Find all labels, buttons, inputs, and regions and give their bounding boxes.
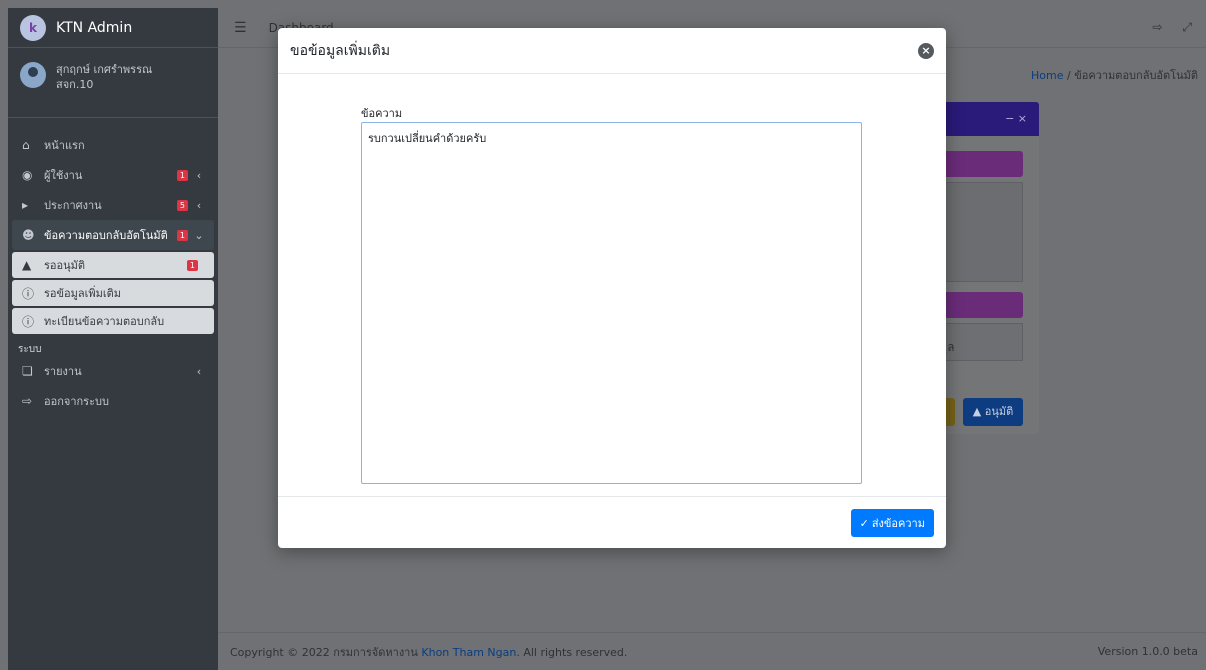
send-button-label: ส่งข้อความ xyxy=(871,517,925,530)
sidebar-item-users[interactable]: ◉ ผู้ใช้งาน 1 ‹ xyxy=(12,160,214,190)
sidebar-item-announcements[interactable]: ▸ ประกาศงาน 5 ‹ xyxy=(12,190,214,220)
version: Version 1.0.0 beta xyxy=(1097,645,1198,658)
breadcrumb-home-link[interactable]: Home xyxy=(1031,69,1063,82)
approve-label: อนุมัติ xyxy=(984,405,1014,418)
fullscreen-icon[interactable]: ⤢ xyxy=(1182,20,1192,35)
check-icon: ✓ xyxy=(859,516,869,530)
sidebar-item-auto-replies[interactable]: ☻ ข้อความตอบกลับอัตโนมัติ 1 ⌄ xyxy=(12,220,214,250)
user-role: สจก.10 xyxy=(56,78,94,91)
users-cog-icon: ☻ xyxy=(22,228,35,242)
user-circle-icon: ◉ xyxy=(22,168,33,182)
brand-logo: k xyxy=(20,14,46,41)
sidebar-nav: ⌂ หน้าแรก ◉ ผู้ใช้งาน 1 ‹ ▸ ประกาศงาน 5 … xyxy=(8,118,218,416)
user-name: สุกฤกษ์ เกศรำพรรณ xyxy=(56,63,153,76)
sidebar-item-label: ประกาศงาน xyxy=(44,199,102,212)
approve-button: ▲ อนุมัติ xyxy=(963,398,1023,426)
modal-header: ขอข้อมูลเพิ่มเติม × xyxy=(278,28,946,74)
sidebar-item-label: หน้าแรก xyxy=(44,139,85,152)
brand[interactable]: k KTN Admin xyxy=(8,8,218,48)
sidebar: k KTN Admin สุกฤกษ์ เกศรำพรรณ สจก.10 ⌂ ห… xyxy=(8,8,218,670)
breadcrumb: Home / ข้อความตอบกลับอัตโนมัติ xyxy=(1031,66,1198,84)
clone-icon: ❏ xyxy=(22,364,33,378)
message-label: ข้อความ xyxy=(361,107,403,120)
thumbs-up-icon: ▲ xyxy=(972,405,985,418)
chevron-down-icon: ⌄ xyxy=(194,228,204,242)
sign-out-icon[interactable]: ⇨ xyxy=(1152,20,1162,35)
sidebar-subitem-pending-info[interactable]: ⓘ รอข้อมูลเพิ่มเติม xyxy=(12,280,214,306)
user-info: สุกฤกษ์ เกศรำพรรณ สจก.10 xyxy=(56,62,152,92)
copyright-prefix: Copyright © 2022 กรมการจัดหางาน xyxy=(230,645,422,659)
sign-out-icon: ⇨ xyxy=(22,394,33,408)
chevron-left-icon: ‹ xyxy=(196,198,202,212)
sidebar-item-home[interactable]: ⌂ หน้าแรก xyxy=(12,130,214,160)
user-panel[interactable]: สุกฤกษ์ เกศรำพรรณ สจก.10 xyxy=(8,48,218,118)
count-badge: 1 xyxy=(186,259,198,271)
sidebar-item-label: ทะเบียนข้อความตอบกลับ xyxy=(44,315,165,328)
sidebar-item-reports[interactable]: ❏ รายงาน ‹ xyxy=(12,356,214,386)
chevron-left-icon: ‹ xyxy=(196,364,202,378)
count-badge: 5 xyxy=(176,199,188,211)
megaphone-icon: ▸ xyxy=(22,198,29,212)
sidebar-item-label: ผู้ใช้งาน xyxy=(44,169,83,182)
home-icon: ⌂ xyxy=(22,138,30,152)
modal-title: ขอข้อมูลเพิ่มเติม xyxy=(290,42,391,59)
count-badge: 1 xyxy=(176,169,188,181)
request-info-modal: ขอข้อมูลเพิ่มเติม × ข้อความ รบกวนเปลี่ยน… xyxy=(278,28,946,548)
menu-toggle-icon[interactable]: ☰ xyxy=(234,20,247,36)
thumbs-up-icon: ▲ xyxy=(22,258,32,272)
modal-body: ข้อความ รบกวนเปลี่ยนคำด้วยครับ xyxy=(278,74,946,496)
sidebar-item-label: รออนุมัติ xyxy=(44,259,86,272)
sidebar-item-label: รอข้อมูลเพิ่มเติม xyxy=(44,287,122,300)
sidebar-item-label: ข้อความตอบกลับอัตโนมัติ xyxy=(44,229,168,242)
sidebar-subitem-reply-registry[interactable]: ⓘ ทะเบียนข้อความตอบกลับ xyxy=(12,308,214,334)
modal-footer: ✓ ส่งข้อความ xyxy=(278,496,946,548)
org-link[interactable]: Khon Tham Ngan xyxy=(421,646,516,659)
sidebar-item-label: ออกจากระบบ xyxy=(44,395,109,408)
topbar-actions: ⇨ ⤢ xyxy=(1152,20,1192,35)
sidebar-item-logout[interactable]: ⇨ ออกจากระบบ xyxy=(12,386,214,416)
copyright-suffix: . All rights reserved. xyxy=(516,645,628,659)
copyright: Copyright © 2022 กรมการจัดหางาน Khon Tha… xyxy=(230,643,627,661)
footer: Copyright © 2022 กรมการจัดหางาน Khon Tha… xyxy=(218,632,1206,670)
count-badge: 1 xyxy=(176,229,188,241)
nav-section-header: ระบบ xyxy=(18,344,42,355)
info-circle-icon: ⓘ xyxy=(22,286,35,301)
sidebar-subitem-pending-approval[interactable]: ▲ รออนุมัติ 1 xyxy=(12,252,214,278)
sidebar-item-label: รายงาน xyxy=(44,365,82,378)
send-message-button[interactable]: ✓ ส่งข้อความ xyxy=(850,509,934,537)
chevron-left-icon: ‹ xyxy=(196,168,202,182)
close-icon[interactable]: × xyxy=(918,42,934,59)
breadcrumb-current: ข้อความตอบกลับอัตโนมัติ xyxy=(1074,69,1198,82)
breadcrumb-separator: / xyxy=(1067,69,1071,82)
message-textarea[interactable]: รบกวนเปลี่ยนคำด้วยครับ xyxy=(361,122,862,484)
avatar xyxy=(20,62,46,88)
brand-title: KTN Admin xyxy=(56,19,133,36)
info-circle-icon: ⓘ xyxy=(22,314,35,329)
